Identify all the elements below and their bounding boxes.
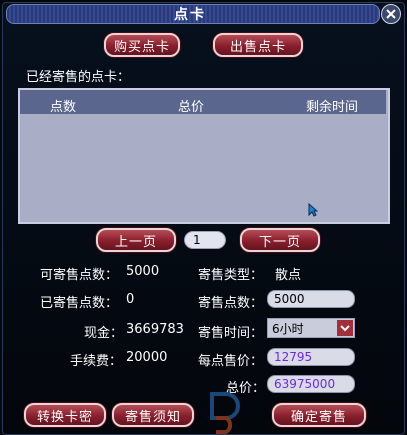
consign-points-input[interactable]: 5000 [267, 290, 355, 308]
dropdown-button[interactable] [337, 320, 353, 336]
pointer-cursor-icon [308, 203, 318, 217]
cash-label: 现金： [84, 326, 124, 341]
page-number-field[interactable]: 1 [184, 231, 226, 249]
fee-value: 20000 [126, 350, 168, 365]
tab-buy-points[interactable]: 购买点卡 [104, 33, 180, 57]
consigned-list-caption: 已经寄售的点卡： [26, 70, 131, 85]
unit-price-label: 每点售价： [198, 354, 264, 369]
close-button[interactable] [381, 4, 401, 24]
point-card-window: 点卡 购买点卡 出售点卡 已经寄售的点卡： 点数 总价 剩余时间 上一页 1 下… [0, 0, 407, 435]
column-header-points: 点数 [50, 100, 77, 115]
consign-time-select[interactable]: 6小时 [267, 318, 355, 338]
prev-page-button[interactable]: 上一页 [96, 228, 176, 252]
sellable-points-label: 可寄售点数： [40, 268, 119, 283]
unit-price-input[interactable]: 12795 [267, 348, 355, 366]
consign-type-value: 散点 [275, 268, 302, 283]
consign-time-label: 寄售时间： [198, 326, 264, 341]
close-icon [386, 9, 396, 19]
sold-points-label: 已寄售点数： [40, 296, 119, 311]
column-header-remaining-time: 剩余时间 [306, 100, 359, 115]
consign-notice-button[interactable]: 寄售须知 [112, 403, 194, 427]
convert-card-button[interactable]: 转换卡密 [24, 403, 106, 427]
consign-time-value: 6小时 [272, 321, 304, 336]
sold-points-value: 0 [126, 292, 135, 307]
sellable-points-value: 5000 [126, 264, 160, 279]
chevron-down-icon [340, 325, 350, 332]
consign-points-label: 寄售点数： [198, 296, 264, 311]
next-page-button[interactable]: 下一页 [240, 228, 320, 252]
cash-value: 3669783 [126, 322, 184, 337]
consign-type-label: 寄售类型： [198, 268, 264, 283]
tab-sell-points[interactable]: 出售点卡 [213, 33, 303, 57]
column-header-total: 总价 [178, 100, 205, 115]
window-title: 点卡 [174, 7, 206, 23]
watermark-logo [210, 392, 240, 434]
fee-label: 手续费： [70, 354, 123, 369]
